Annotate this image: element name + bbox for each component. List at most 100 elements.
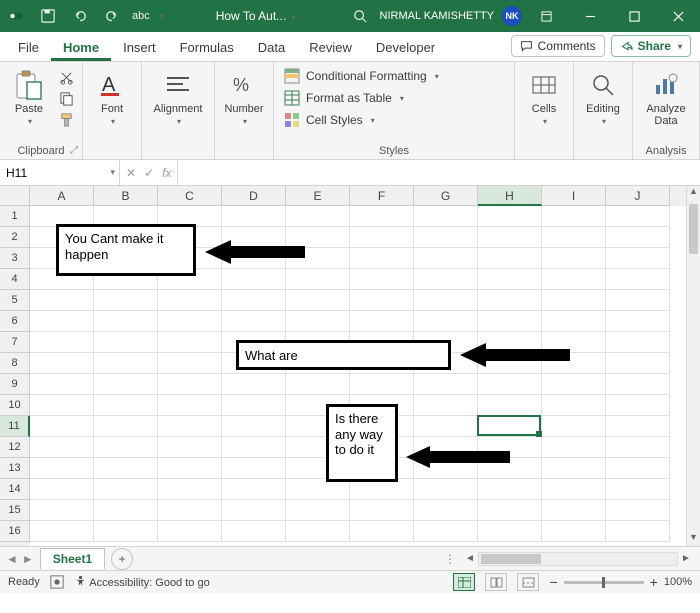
- col-header-E[interactable]: E: [286, 186, 350, 206]
- textbox-3[interactable]: Is there any way to do it: [326, 404, 398, 482]
- spreadsheet-grid[interactable]: ABCDEFGHIJ 12345678910111213141516 You C…: [0, 186, 700, 546]
- cell[interactable]: [94, 311, 158, 332]
- user-avatar[interactable]: NK: [502, 6, 522, 26]
- cell[interactable]: [158, 311, 222, 332]
- row-header-5[interactable]: 5: [0, 290, 30, 311]
- cell[interactable]: [606, 395, 670, 416]
- cell[interactable]: [30, 332, 94, 353]
- cell[interactable]: [286, 479, 350, 500]
- cell[interactable]: [222, 500, 286, 521]
- scroll-down-icon[interactable]: ▼: [687, 532, 700, 546]
- cell[interactable]: [222, 479, 286, 500]
- tab-data[interactable]: Data: [246, 34, 297, 61]
- font-button[interactable]: A Font▾: [89, 66, 135, 130]
- cell[interactable]: [542, 500, 606, 521]
- cell[interactable]: [158, 395, 222, 416]
- cell[interactable]: [606, 248, 670, 269]
- conditional-formatting-button[interactable]: Conditional Formatting▾: [280, 66, 443, 86]
- cell[interactable]: [478, 521, 542, 542]
- cell[interactable]: [94, 437, 158, 458]
- cell[interactable]: [158, 479, 222, 500]
- cell[interactable]: [94, 332, 158, 353]
- cell[interactable]: [222, 206, 286, 227]
- minimize-icon[interactable]: [570, 0, 610, 32]
- cell[interactable]: [478, 311, 542, 332]
- cell[interactable]: [542, 311, 606, 332]
- cell[interactable]: [30, 416, 94, 437]
- cell[interactable]: [606, 500, 670, 521]
- cell[interactable]: [30, 311, 94, 332]
- col-header-B[interactable]: B: [94, 186, 158, 206]
- macro-record-icon[interactable]: [50, 575, 64, 589]
- cell[interactable]: [478, 395, 542, 416]
- cell[interactable]: [606, 437, 670, 458]
- textbox-2[interactable]: What are: [236, 340, 451, 370]
- cell[interactable]: [286, 290, 350, 311]
- zoom-out-button[interactable]: −: [549, 574, 557, 590]
- cell[interactable]: [94, 290, 158, 311]
- document-title[interactable]: How To Aut... ▾: [164, 9, 348, 23]
- row-header-7[interactable]: 7: [0, 332, 30, 353]
- tab-home[interactable]: Home: [51, 34, 111, 61]
- cell[interactable]: [30, 479, 94, 500]
- zoom-slider[interactable]: [564, 581, 644, 584]
- cell[interactable]: [286, 206, 350, 227]
- cell[interactable]: [606, 290, 670, 311]
- cell[interactable]: [222, 521, 286, 542]
- cell[interactable]: [350, 269, 414, 290]
- cell[interactable]: [478, 248, 542, 269]
- cell[interactable]: [158, 416, 222, 437]
- select-all-corner[interactable]: [0, 186, 30, 206]
- name-box[interactable]: H11▾: [0, 160, 120, 185]
- paste-button[interactable]: Paste▾: [6, 66, 52, 130]
- cell[interactable]: [222, 290, 286, 311]
- hscroll-left-icon[interactable]: ◄: [462, 553, 478, 564]
- cell[interactable]: [606, 206, 670, 227]
- enter-formula-icon[interactable]: ✓: [144, 166, 154, 180]
- cell[interactable]: [478, 374, 542, 395]
- row-header-8[interactable]: 8: [0, 353, 30, 374]
- sheet-tab-sheet1[interactable]: Sheet1: [40, 548, 105, 569]
- cell[interactable]: [542, 227, 606, 248]
- save-icon[interactable]: [36, 4, 60, 28]
- textbox-1[interactable]: You Cant make it happen: [56, 224, 196, 276]
- cell[interactable]: [286, 269, 350, 290]
- cell[interactable]: [350, 206, 414, 227]
- cell[interactable]: [478, 206, 542, 227]
- copy-icon[interactable]: [56, 89, 76, 107]
- col-header-I[interactable]: I: [542, 186, 606, 206]
- cell[interactable]: [350, 290, 414, 311]
- clipboard-launcher-icon[interactable]: ⤢: [70, 145, 78, 156]
- ribbon-options-icon[interactable]: [526, 0, 566, 32]
- cell[interactable]: [94, 458, 158, 479]
- horizontal-scrollbar[interactable]: ⋮ ◄ ►: [133, 552, 700, 566]
- cut-icon[interactable]: [56, 68, 76, 86]
- analyze-data-button[interactable]: Analyze Data: [639, 66, 693, 130]
- cell[interactable]: [350, 374, 414, 395]
- cell[interactable]: [606, 521, 670, 542]
- maximize-icon[interactable]: [614, 0, 654, 32]
- row-header-4[interactable]: 4: [0, 269, 30, 290]
- close-icon[interactable]: [658, 0, 698, 32]
- scroll-up-icon[interactable]: ▲: [687, 186, 700, 200]
- cell[interactable]: [158, 290, 222, 311]
- row-header-2[interactable]: 2: [0, 227, 30, 248]
- row-header-6[interactable]: 6: [0, 311, 30, 332]
- cell[interactable]: [30, 521, 94, 542]
- col-header-F[interactable]: F: [350, 186, 414, 206]
- accessibility-status[interactable]: Accessibility: Good to go: [74, 575, 210, 589]
- cell[interactable]: [606, 332, 670, 353]
- arrow-2[interactable]: [460, 341, 570, 374]
- comments-button[interactable]: Comments: [511, 35, 605, 57]
- cell[interactable]: [158, 374, 222, 395]
- cell[interactable]: [286, 374, 350, 395]
- cell[interactable]: [542, 248, 606, 269]
- cell[interactable]: [94, 374, 158, 395]
- cell[interactable]: [478, 479, 542, 500]
- col-header-D[interactable]: D: [222, 186, 286, 206]
- cell[interactable]: [350, 311, 414, 332]
- search-icon[interactable]: [348, 4, 372, 28]
- cell[interactable]: [542, 521, 606, 542]
- cell[interactable]: [606, 269, 670, 290]
- cell[interactable]: [158, 353, 222, 374]
